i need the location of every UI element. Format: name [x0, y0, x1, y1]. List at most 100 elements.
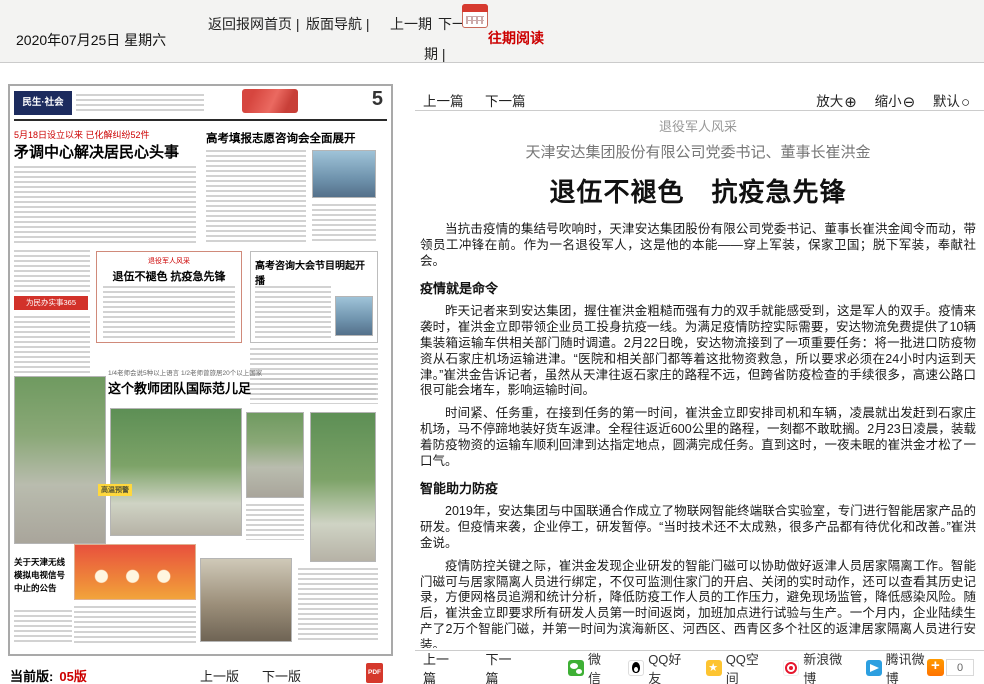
nav-layout-link[interactable]: 版面导航 | — [306, 14, 370, 34]
prev-page-link[interactable]: 上一版 — [200, 666, 239, 684]
text-lines-placeholder — [312, 204, 376, 244]
zoom-in-button[interactable]: 放大⊕ — [816, 94, 857, 109]
sina-weibo-icon — [783, 660, 799, 676]
thumb-heat-label: 高温预警 — [98, 484, 132, 496]
thumb-kicker: 5月18日设立以来 已化解纠纷52件 — [14, 128, 150, 141]
thumb-photo-mid — [246, 412, 304, 498]
thumb-ad-block — [74, 544, 196, 600]
text-lines-placeholder — [260, 378, 376, 402]
pdf-icon[interactable]: PDF — [366, 663, 383, 683]
newspaper-reader-app: 2020年07月25日 星期六 返回报网首页 | 版面导航 | 上一期 下一 往… — [0, 0, 984, 684]
thumb-photo-bottom — [200, 558, 292, 642]
zoom-default-label: 默认 — [933, 94, 960, 109]
thumb-article-box: 退役军人风采 退伍不褪色 抗疫急先锋 — [96, 251, 242, 343]
article-kicker: 退役军人风采 — [420, 116, 976, 135]
prev-article-link-bottom[interactable]: 上一篇 — [423, 649, 457, 684]
thumb-photo-small — [312, 150, 376, 198]
article-paragraph: 昨天记者来到安达集团，握住崔洪金粗糙而强有力的双手就能感受到，这是军人的双手。疫… — [420, 304, 976, 399]
article-paragraph: 时间紧、任务重，在接到任务的第一时间，崔洪金立即安排司机和车辆，凌晨就出发赶到石… — [420, 406, 976, 469]
thumb-headline-right: 高考填报志愿咨询会全面展开 — [206, 130, 378, 146]
qzone-icon — [706, 660, 722, 676]
zoom-controls: 放大⊕ 缩小⊖ 默认○ — [802, 90, 970, 111]
nav-prev-issue-link[interactable]: 上一期 — [390, 14, 432, 34]
prev-article-link-top[interactable]: 上一篇 — [423, 90, 464, 110]
thumb-photo-small — [335, 296, 373, 336]
thumb-photo-right — [310, 412, 376, 562]
thumb-photo-street — [14, 376, 106, 544]
thumb-box-kicker: 退役军人风采 — [97, 256, 241, 266]
issue-date: 2020年07月25日 星期六 — [16, 30, 166, 50]
thumb-header-rule — [14, 119, 387, 121]
thumb-section-label: 民生·社会 — [14, 91, 72, 115]
thumb-box-right-headline: 高考咨询大会节目明起开播 — [255, 257, 373, 287]
share-qq-button[interactable]: QQ好友 — [628, 649, 685, 684]
zoom-in-label: 放大 — [816, 94, 843, 109]
next-article-link-top[interactable]: 下一篇 — [485, 90, 526, 110]
share-qq-label: QQ好友 — [648, 649, 685, 684]
share-tencent-weibo-button[interactable]: 腾讯微博 — [866, 649, 927, 684]
calendar-icon[interactable] — [462, 4, 488, 28]
nav-next-issue-wrapped[interactable]: 期 | — [424, 44, 446, 64]
article-view: 退役军人风采 天津安达集团股份有限公司党委书记、董事长崔洪金 退伍不褪色 抗疫急… — [420, 112, 976, 648]
article-toolbar: 上一篇 下一篇 放大⊕ 缩小⊖ 默认○ — [415, 88, 984, 111]
share-wechat-button[interactable]: 微信 — [568, 649, 607, 684]
thumb-teacher-headline: 这个教师团队国际范儿足 — [108, 378, 251, 397]
thumb-right-box: 高考咨询大会节目明起开播 — [250, 251, 378, 343]
thumb-teacher-kicker: 1/4老师会说5种以上语言 1/2老师曾旅居20个以上国家 — [108, 367, 372, 377]
thumb-box-headline: 退伍不褪色 抗疫急先锋 — [97, 268, 241, 284]
zoom-in-icon: ⊕ — [844, 94, 857, 111]
share-bar: 上一篇 下一篇 微信 QQ好友 QQ空间 新浪微博 腾讯微博 — [415, 650, 984, 684]
text-lines-placeholder — [255, 286, 331, 338]
tencent-weibo-icon — [866, 660, 882, 676]
current-page-caption: 当前版: — [10, 669, 53, 684]
text-lines-placeholder — [14, 166, 196, 244]
share-count: 0 — [946, 659, 974, 676]
zoom-out-icon: ⊖ — [903, 94, 916, 111]
share-more-widget: 0 — [927, 659, 974, 676]
zoom-default-icon: ○ — [961, 94, 970, 111]
share-qzone-label: QQ空间 — [726, 649, 763, 684]
article-paragraph: 疫情防控关键之际，崔洪金发现企业研发的智能门磁可以协助做好返津人员居家隔离工作。… — [420, 559, 976, 648]
article-body: 当抗击疫情的集结号吹响时，天津安达集团股份有限公司党委书记、董事长崔洪金闻令而动… — [420, 222, 976, 648]
qq-icon — [628, 660, 644, 676]
text-lines-placeholder — [206, 150, 306, 244]
wechat-icon — [568, 660, 584, 676]
next-page-link[interactable]: 下一版 — [262, 666, 301, 684]
thumb-page-number: 5 — [372, 88, 383, 111]
share-sina-weibo-button[interactable]: 新浪微博 — [783, 649, 844, 684]
thumb-badge: 为民办实事365 — [14, 296, 88, 310]
share-tencent-weibo-label: 腾讯微博 — [886, 649, 927, 684]
article-paragraph: 2019年，安达集团与中国联通合作成立了物联网智能终端联合实验室，专门进行智能居… — [420, 504, 976, 551]
zoom-out-label: 缩小 — [875, 94, 902, 109]
text-lines-placeholder — [76, 94, 204, 112]
share-qzone-button[interactable]: QQ空间 — [706, 649, 763, 684]
share-plus-icon[interactable] — [927, 659, 944, 676]
text-lines-placeholder — [14, 250, 90, 292]
current-page-value: 05版 — [59, 669, 86, 684]
nav-archive-link[interactable]: 往期阅读 — [488, 28, 544, 48]
top-navigation-bar: 2020年07月25日 星期六 返回报网首页 | 版面导航 | 上一期 下一 往… — [0, 0, 984, 63]
share-links: 微信 QQ好友 QQ空间 新浪微博 腾讯微博 — [568, 649, 927, 684]
zoom-out-button[interactable]: 缩小⊖ — [875, 94, 916, 109]
text-lines-placeholder — [14, 610, 72, 644]
article-paragraph: 当抗击疫情的集结号吹响时，天津安达集团股份有限公司党委书记、董事长崔洪金闻令而动… — [420, 222, 976, 269]
page-pager: 当前版: 05版 上一版 下一版 PDF — [0, 662, 410, 684]
next-article-link-bottom[interactable]: 下一篇 — [485, 649, 519, 684]
text-lines-placeholder — [103, 286, 235, 338]
article-section-heading: 智能助力防疫 — [420, 478, 976, 497]
share-wechat-label: 微信 — [588, 649, 607, 684]
article-subtitle: 天津安达集团股份有限公司党委书记、董事长崔洪金 — [420, 141, 976, 162]
current-page-label: 当前版: 05版 — [10, 666, 87, 684]
zoom-default-button[interactable]: 默认○ — [933, 94, 970, 109]
thumb-photo-center — [110, 408, 242, 536]
text-lines-placeholder — [246, 504, 304, 540]
share-sina-weibo-label: 新浪微博 — [803, 649, 844, 684]
nav-home-link[interactable]: 返回报网首页 | — [208, 14, 300, 34]
page-thumbnail-inner: 民生·社会 5 5月18日设立以来 已化解纠纷52件 矛调中心解决居民心头事 高… — [10, 86, 391, 654]
page-thumbnail[interactable]: 民生·社会 5 5月18日设立以来 已化解纠纷52件 矛调中心解决居民心头事 高… — [8, 84, 393, 656]
article-section-heading: 疫情就是命令 — [420, 278, 976, 297]
text-lines-placeholder — [298, 568, 378, 642]
text-lines-placeholder — [74, 606, 196, 644]
thumb-headline-main: 矛调中心解决居民心头事 — [14, 141, 200, 162]
thumb-masthead-logo — [242, 89, 298, 113]
